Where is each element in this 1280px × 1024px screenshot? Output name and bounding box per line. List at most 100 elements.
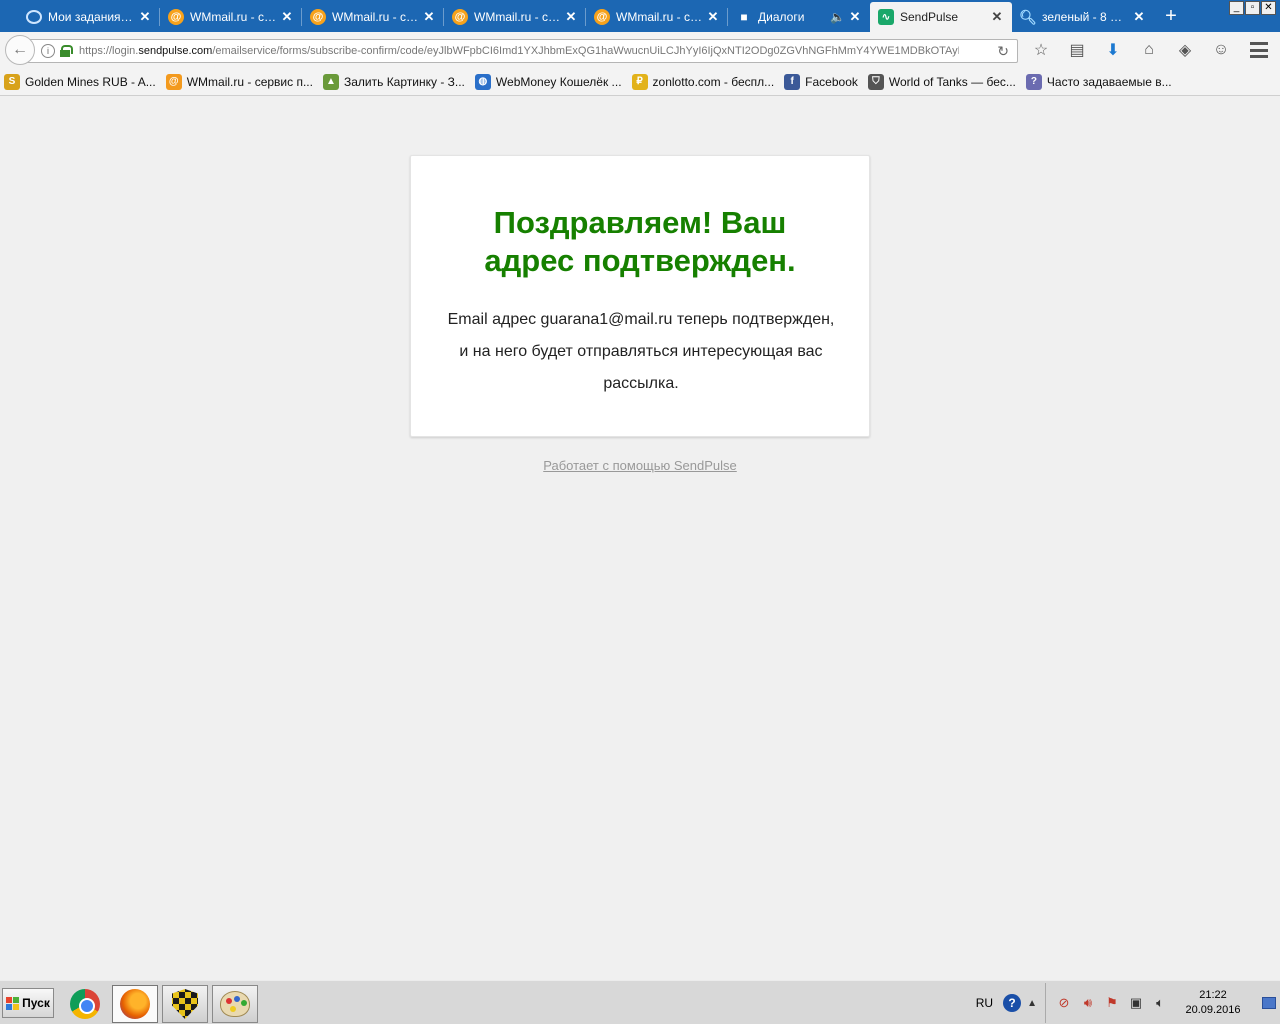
new-tab-button[interactable]: + [1154,2,1188,32]
bookmark-item[interactable]: S Golden Mines RUB - A... [4,73,156,90]
tab-1[interactable]: Мои задания п... ✕ [18,2,160,32]
close-icon[interactable]: ✕ [138,9,152,25]
download-icon[interactable]: ⬇ [1102,40,1124,60]
close-icon[interactable]: ✕ [1132,9,1146,25]
maximize-icon[interactable]: ▫ [1245,1,1260,15]
wmmail-icon: @ [168,9,184,25]
bookmark-item[interactable]: ⛉ World of Tanks — бес... [867,73,1016,90]
start-button[interactable]: Пуск [2,988,54,1018]
help-icon[interactable]: ? [1003,994,1022,1012]
taskbar-app-chrome[interactable] [62,985,108,1023]
bookmark-label: World of Tanks — бес... [888,74,1016,89]
close-icon[interactable]: ✕ [280,9,294,25]
show-desktop-button[interactable] [1260,988,1278,1018]
home-icon[interactable]: ⌂ [1138,40,1160,60]
bookmark-label: Часто задаваемые в... [1046,74,1172,89]
tab-title: WMmail.ru - се... [332,10,418,24]
navigation-bar: i https://login.sendpulse.com/emailservi… [0,32,1280,68]
bookmark-item[interactable]: ▲ Залить Картинку - З... [322,73,465,90]
clock[interactable]: 21:22 20.09.2016 [1176,988,1250,1018]
speaker-icon[interactable]: 🔈 [830,10,845,24]
close-icon[interactable]: ✕ [564,9,578,25]
confirmation-heading: Поздравляем! Ваш адрес подтвержден. [484,205,796,278]
network-icon[interactable]: ▣ [1128,995,1144,1011]
chrome-icon [70,989,100,1019]
tab-3[interactable]: @ WMmail.ru - се... ✕ [302,2,444,32]
tank-icon: ⛉ [867,73,884,90]
window-controls: _ ▫ ✕ [1229,1,1276,15]
tab-2[interactable]: @ WMmail.ru - се... ✕ [160,2,302,32]
close-window-icon[interactable]: ✕ [1261,1,1276,15]
coin-icon: ₽ [631,73,648,90]
windows-icon [6,996,20,1010]
close-icon[interactable]: ✕ [706,9,720,25]
taskbar: Пуск RU ? ▲ ⊘ 🔊︎ ⚑ ▣ 🔈︎ 21:22 20.09.2016 [0,980,1280,1024]
bookmark-label: WMmail.ru - сервис п... [186,74,313,89]
tab-title: WMmail.ru - се... [190,10,276,24]
tab-7-active[interactable]: ∿ SendPulse ✕ [870,2,1012,32]
lock-icon[interactable] [59,45,73,57]
wmmail-icon: @ [594,9,610,25]
taskbar-app-firefox[interactable] [112,985,158,1023]
url-text[interactable]: https://login.sendpulse.com/emailservice… [79,45,959,57]
picture-icon: ▲ [322,73,339,90]
minimize-icon[interactable]: _ [1229,1,1244,15]
wmmail-icon: @ [165,73,182,90]
bookmark-item[interactable]: ₽ zonlotto.com - беспл... [631,73,775,90]
bookmarks-bar: S Golden Mines RUB - A... @ WMmail.ru - сер… [0,68,1280,96]
sound-icon[interactable]: 🔈︎ [1152,995,1168,1011]
arrow-left-icon: ← [12,41,28,58]
tab-8[interactable]: 🔍︎ зеленый - 8 мл... ✕ [1012,2,1154,32]
tray-icons: ⊘ 🔊︎ ⚑ ▣ 🔈︎ 21:22 20.09.2016 [1045,983,1260,1023]
bookmark-item[interactable]: f Facebook [784,73,858,90]
url-bar[interactable]: i https://login.sendpulse.com/emailservi… [24,39,1018,63]
tab-title: WMmail.ru - се... [616,10,702,24]
tray-expand-icon[interactable]: ▲ [1027,998,1037,1009]
volume-icon[interactable]: 🔊︎ [1080,995,1096,1011]
tab-title: Мои задания п... [48,10,134,24]
close-icon[interactable]: ✕ [848,9,862,25]
bookmark-item[interactable]: ? Часто задаваемые в... [1025,73,1172,90]
info-icon[interactable]: i [41,44,55,58]
page-content: Поздравляем! Ваш адрес подтвержден. Emai… [0,96,1280,980]
tab-6[interactable]: ■ Диалоги 🔈 ✕ [728,2,870,32]
reload-icon[interactable]: ↻ [997,43,1009,60]
tab-4[interactable]: @ WMmail.ru - се... ✕ [444,2,586,32]
menu-icon[interactable] [1250,42,1268,58]
bookmark-item[interactable]: ◍ WebMoney Кошелёк ... [474,73,622,90]
bookmark-item[interactable]: @ WMmail.ru - сервис п... [165,73,313,90]
start-label: Пуск [22,996,50,1010]
clock-date: 20.09.2016 [1185,1004,1241,1016]
close-icon[interactable]: ✕ [422,9,436,25]
clock-time: 21:22 [1199,989,1227,1001]
bookmark-label: Залить Картинку - З... [343,74,465,89]
sendpulse-icon: ∿ [878,9,894,25]
close-icon[interactable]: ✕ [990,9,1004,25]
bookmark-label: Facebook [805,74,858,89]
flag-error-icon[interactable]: ⚑ [1104,995,1120,1011]
tab-title: зеленый - 8 мл... [1042,10,1128,24]
pocket-icon[interactable]: ◈ [1174,40,1196,60]
faq-icon: ? [1025,73,1042,90]
reading-list-icon[interactable]: ▤ [1066,40,1088,60]
powered-by-link[interactable]: Работает с помощью SendPulse [0,458,1280,473]
taskbar-app-paint[interactable] [212,985,258,1023]
antivirus-icon[interactable]: ⊘ [1056,995,1072,1011]
security-shield-icon [172,989,198,1019]
spiral-icon [26,10,42,24]
bookmark-label: zonlotto.com - беспл... [652,74,775,89]
bookmark-label: WebMoney Кошелёк ... [495,74,622,89]
tab-title: SendPulse [900,10,959,24]
facebook-icon: f [784,73,801,90]
taskbar-app-security[interactable] [162,985,208,1023]
dollar-icon: S [4,73,20,90]
tab-title: Диалоги [758,10,805,24]
tab-5[interactable]: @ WMmail.ru - се... ✕ [586,2,728,32]
tab-strip: Мои задания п... ✕ @ WMmail.ru - се... ✕… [0,0,1280,32]
language-indicator[interactable]: RU [976,996,993,1010]
confirmation-card: Поздравляем! Ваш адрес подтвержден. Emai… [410,155,870,437]
chat-bubble-icon[interactable]: ☺ [1210,40,1232,60]
bookmark-star-icon[interactable]: ☆ [1030,40,1052,60]
back-button[interactable]: ← [5,35,35,65]
firefox-icon [120,989,150,1019]
